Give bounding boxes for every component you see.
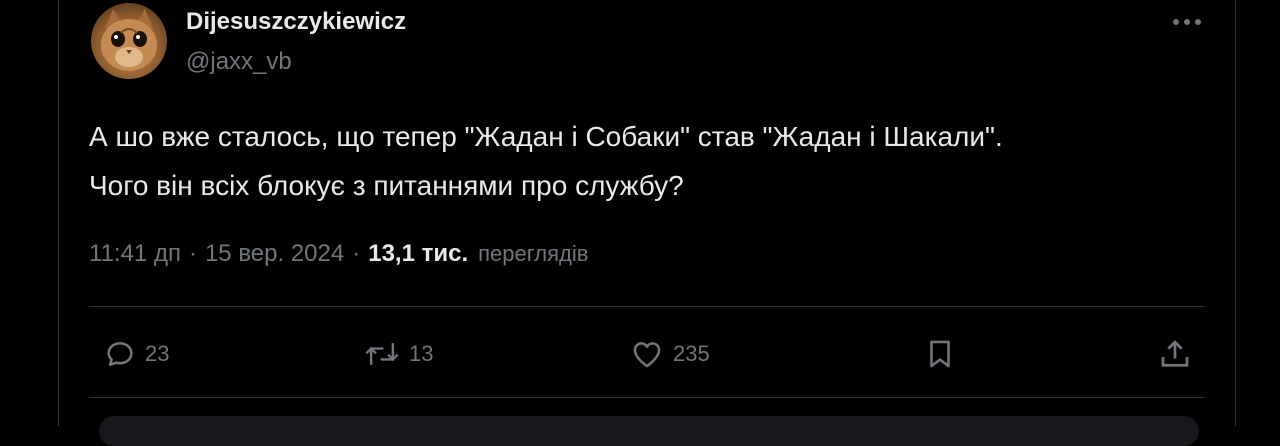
share-button[interactable] [1157,331,1193,377]
reply-count: 23 [145,341,170,366]
user-handle[interactable]: @jaxx_vb [186,48,292,76]
reply-icon [107,342,133,366]
tweet-text-line: Чого він всіх блокує з питаннями про слу… [89,170,684,201]
tweet-date[interactable]: 15 вер. 2024 [205,240,344,268]
more-horizontal-icon [1173,19,1201,25]
avatar[interactable] [91,3,167,79]
repost-icon [365,343,399,365]
views-count: 13,1 тис. [368,240,469,267]
meta-separator: · [352,240,361,267]
like-count: 235 [673,341,710,366]
share-icon [1161,340,1189,367]
bookmark-button[interactable] [923,331,957,377]
more-options-button[interactable] [1167,4,1207,40]
reply-button[interactable]: 23 [103,331,169,377]
meta-separator: · [188,240,197,267]
views-label: переглядів [478,241,589,266]
display-name[interactable]: Dijesuszczykiewicz [186,8,406,36]
repost-count: 13 [409,341,434,366]
cat-avatar-icon [101,9,157,71]
tweet-text: А шо вже сталось, що тепер "Жадан і Соба… [89,112,1199,210]
reply-composer[interactable] [99,416,1199,446]
tweet-time[interactable]: 11:41 дп [89,240,181,268]
tweet-detail: Dijesuszczykiewicz @jaxx_vb А шо вже ста… [58,0,1236,446]
action-bar: 23 13 235 [89,331,1207,377]
tweet-text-line: А шо вже сталось, що тепер "Жадан і Соба… [89,121,1003,152]
tweet-meta: 11:41 дп · 15 вер. 2024 · 13,1 тис. пере… [89,240,588,268]
divider [89,306,1205,307]
bookmark-icon [930,340,950,368]
divider [89,397,1205,398]
like-button[interactable]: 235 [629,331,710,377]
like-icon [633,342,661,368]
repost-button[interactable]: 13 [363,331,433,377]
